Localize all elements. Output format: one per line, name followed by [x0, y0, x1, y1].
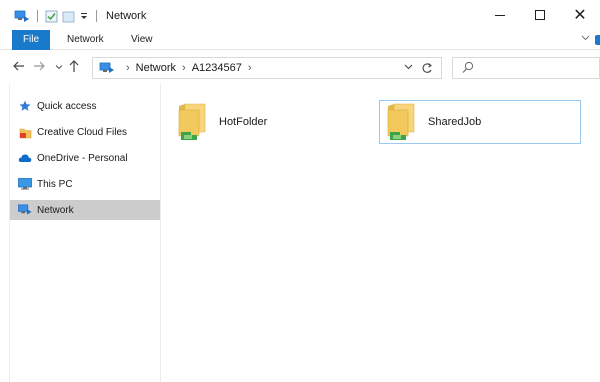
folder-name: SharedJob	[428, 116, 482, 128]
help-icon[interactable]	[595, 35, 600, 45]
back-arrow-icon[interactable]	[12, 59, 26, 73]
search-icon	[462, 61, 474, 73]
star-icon	[18, 99, 32, 113]
chevron-down-icon[interactable]	[404, 62, 413, 71]
recent-locations-chevron-icon[interactable]	[55, 63, 63, 71]
navigation-pane: Quick access Creative Cloud Files OneDri…	[10, 84, 160, 382]
new-folder-icon[interactable]	[62, 10, 75, 23]
minimize-button[interactable]	[480, 0, 520, 30]
ribbon-tabs: File Network View	[0, 30, 600, 50]
tab-network[interactable]: Network	[67, 30, 104, 50]
folder-name: HotFolder	[219, 116, 268, 128]
folder-item-sharedjob[interactable]: SharedJob	[379, 100, 581, 144]
sidebar-item-label: Network	[37, 204, 74, 216]
sidebar-item-label: Quick access	[37, 100, 97, 112]
shared-folder-icon	[175, 102, 211, 142]
tab-view[interactable]: View	[131, 30, 153, 50]
close-icon: ✕	[573, 7, 587, 24]
sidebar-item-onedrive-personal[interactable]: OneDrive - Personal	[10, 148, 160, 168]
toolbar-separator	[96, 10, 97, 22]
sidebar-item-creative-cloud-files[interactable]: Creative Cloud Files	[10, 122, 160, 142]
tab-file[interactable]: File	[12, 30, 50, 50]
properties-icon[interactable]	[45, 10, 58, 23]
up-arrow-icon[interactable]	[67, 59, 81, 73]
window-controls: ✕	[480, 0, 600, 30]
breadcrumb-separator[interactable]: ›	[126, 62, 130, 74]
maximize-button[interactable]	[520, 0, 560, 30]
forward-arrow-icon[interactable]	[32, 59, 46, 73]
navigation-bar: › Network › A1234567 ›	[0, 50, 600, 84]
creative-cloud-folder-icon	[18, 125, 32, 139]
breadcrumb-separator[interactable]: ›	[182, 62, 186, 74]
chevron-down-icon[interactable]	[581, 33, 590, 42]
sidebar-item-label: This PC	[37, 178, 73, 190]
sidebar-item-network[interactable]: Network	[10, 200, 160, 220]
network-icon	[99, 62, 114, 73]
monitor-icon	[18, 177, 32, 191]
network-icon	[18, 203, 32, 217]
title-bar: Network ✕	[0, 0, 600, 30]
refresh-icon[interactable]	[420, 60, 434, 76]
customize-toolbar-icon[interactable]	[79, 10, 89, 23]
close-button[interactable]: ✕	[560, 0, 600, 30]
file-list: HotFolder SharedJob	[161, 84, 600, 382]
breadcrumb-network[interactable]: Network	[136, 62, 176, 74]
address-bar[interactable]: › Network › A1234567 ›	[92, 57, 442, 79]
sidebar-item-label: OneDrive - Personal	[37, 152, 128, 164]
search-input[interactable]	[452, 57, 600, 79]
quick-access-toolbar: Network	[14, 8, 146, 24]
shared-folder-icon	[384, 102, 420, 142]
toolbar-separator	[37, 10, 38, 22]
sidebar-item-label: Creative Cloud Files	[37, 126, 128, 138]
maximize-icon	[535, 10, 545, 20]
sidebar-item-quick-access[interactable]: Quick access	[10, 96, 160, 116]
network-icon[interactable]	[14, 10, 30, 23]
folder-item-hotfolder[interactable]: HotFolder	[175, 100, 375, 144]
window-title: Network	[106, 10, 147, 22]
onedrive-cloud-icon	[18, 151, 32, 165]
breadcrumb-a1234567[interactable]: A1234567	[192, 62, 242, 74]
sidebar-item-this-pc[interactable]: This PC	[10, 174, 160, 194]
breadcrumb-separator[interactable]: ›	[248, 62, 252, 74]
minimize-icon	[495, 14, 505, 16]
